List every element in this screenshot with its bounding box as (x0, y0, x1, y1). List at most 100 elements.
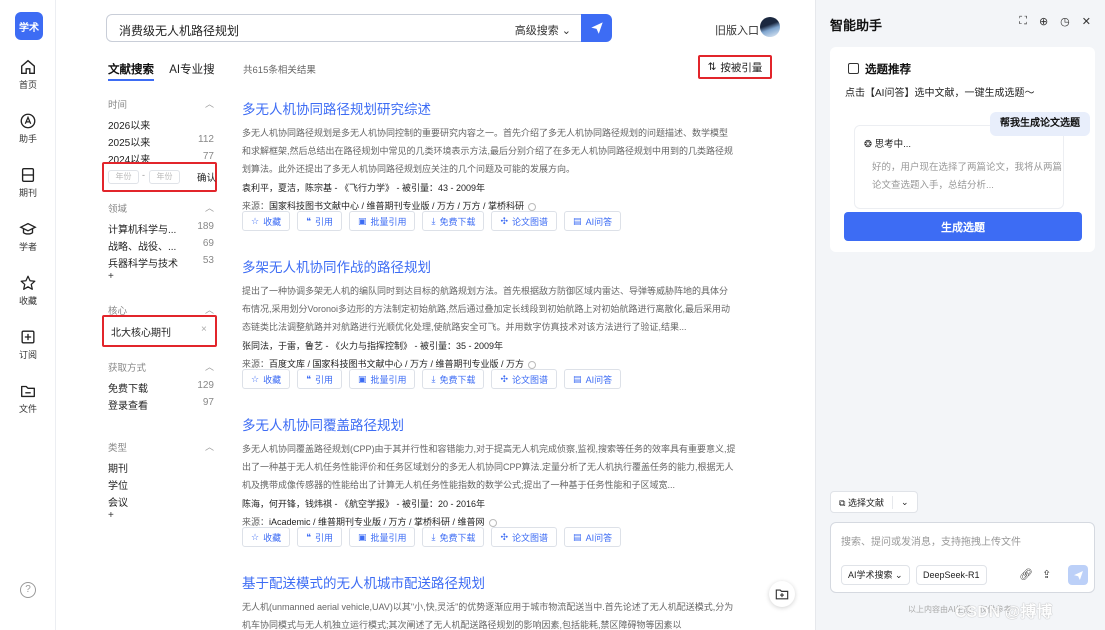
filter-field-item[interactable]: 计算机科学与... 189 (108, 221, 214, 236)
search-mode-select[interactable]: AI学术搜索 ⌄ (841, 565, 910, 585)
ai-qa-button[interactable]: ▤ AI问答 (564, 369, 622, 389)
quote-icon: ❝ (306, 215, 311, 226)
rail-home[interactable]: 首页 (0, 58, 56, 91)
history-icon[interactable]: ◷ (1060, 15, 1070, 28)
cite-button[interactable]: ❝ 引用 (297, 369, 342, 389)
paper-graph-button[interactable]: ✣ 论文图谱 (491, 369, 558, 389)
rail-journal[interactable]: 期刊 (0, 166, 56, 199)
action-label: 收藏 (263, 216, 282, 227)
search-input[interactable]: 消费级无人机路径规划 高级搜索 ⌄ (106, 14, 582, 42)
result-meta: 袁利平，夏洁，陈宗基 - 《飞行力学》 - 被引量：43 - 2009年 (242, 183, 486, 193)
expand-icon[interactable]: ⛶ (1019, 15, 1027, 28)
chat-input[interactable]: 搜索、提问或发消息，支持拖拽上传文件 AI学术搜索 ⌄ DeepSeek-R1 … (830, 522, 1095, 593)
tab-literature[interactable]: 文献搜索 (108, 64, 154, 81)
action-label: AI问答 (585, 374, 613, 385)
advanced-search-dropdown[interactable]: 高级搜索 ⌄ (515, 22, 571, 38)
action-label: 收藏 (263, 374, 282, 385)
action-label: 论文图谱 (512, 216, 549, 227)
filter-field-more-button[interactable]: + (108, 271, 114, 282)
paper-graph-button[interactable]: ✣ 论文图谱 (491, 211, 558, 231)
model-select[interactable]: DeepSeek-R1 (916, 565, 987, 585)
filter-item-count: 53 (202, 255, 214, 266)
filter-time-item[interactable]: 2026以来 (108, 117, 214, 132)
tab-ai-search[interactable]: AI专业搜 (169, 64, 214, 76)
filter-field-item[interactable]: 兵器科学与技术 53 (108, 255, 214, 270)
link-icon[interactable]: 🔗︎ (1019, 568, 1033, 581)
info-icon[interactable] (528, 202, 537, 211)
result-title[interactable]: 多无人机协同覆盖路径规划 (242, 414, 736, 434)
cite-button[interactable]: ❝ 引用 (297, 211, 342, 231)
filter-type-item[interactable]: 学位 (108, 477, 214, 492)
year-confirm-button[interactable]: 确认 (197, 170, 216, 184)
filter-item-count: 112 (198, 134, 214, 145)
cite-button[interactable]: ❝ 引用 (297, 527, 342, 547)
rail-scholar[interactable]: 学者 (0, 220, 56, 253)
filter-time-header[interactable]: 时间 ︿ (108, 97, 214, 111)
year-from-input[interactable]: 年份 (108, 170, 139, 184)
rail-subscribe[interactable]: 订阅 (0, 328, 56, 361)
free-download-button[interactable]: ⤓ 免费下载 (422, 527, 485, 547)
free-download-button[interactable]: ⤓ 免费下载 (422, 211, 485, 231)
card-title-text: 选题推荐 (865, 64, 911, 76)
ai-qa-button[interactable]: ▤ AI问答 (564, 527, 622, 547)
filter-type-item[interactable]: 期刊 (108, 460, 214, 475)
action-label: AI问答 (585, 532, 613, 543)
rail-assistant[interactable]: 助手 (0, 112, 56, 145)
close-icon[interactable]: × (201, 324, 207, 335)
send-button[interactable] (1068, 565, 1088, 585)
sort-label: 按被引量 (720, 61, 763, 74)
floating-folder-button[interactable] (769, 581, 795, 607)
star-icon: ☆ (251, 531, 260, 542)
result-item: 多架无人机协同作战的路径规划 提出了一种协调多架无人机的编队同时到达目标的航路规… (242, 256, 736, 373)
help-icon[interactable]: ? (20, 582, 36, 598)
chevron-down-icon[interactable]: ⌄ (893, 497, 917, 508)
choose-literature-button[interactable]: ⧉ 选择文献 ⌄ (830, 491, 918, 513)
upload-icon[interactable]: ⇪ (1042, 568, 1051, 581)
source-list[interactable]: 国家科技图书文献中心 / 维普期刊专业版 / 万方 / 万方 / 掌桥科研 (269, 201, 524, 211)
sort-by-citations-button[interactable]: ⇅ 按被引量 (698, 55, 772, 79)
filter-type-more-button[interactable]: + (108, 510, 114, 521)
search-button[interactable] (581, 14, 612, 42)
result-title[interactable]: 多无人机协同路径规划研究综述 (242, 98, 736, 118)
generate-topic-button[interactable]: 生成选题 (844, 212, 1082, 241)
filter-field-item[interactable]: 战略、战役、... 69 (108, 238, 214, 253)
paper-graph-button[interactable]: ✣ 论文图谱 (491, 527, 558, 547)
graph-icon: ✣ (500, 531, 509, 542)
result-title[interactable]: 基于配送模式的无人机城市配送路径规划 (242, 572, 736, 592)
filter-core-selected[interactable]: 北大核心期刊 (111, 324, 171, 339)
free-download-button[interactable]: ⤓ 免费下载 (422, 369, 485, 389)
filter-access-item[interactable]: 免费下载 129 (108, 380, 214, 395)
batch-cite-button[interactable]: ▣ 批量引用 (348, 369, 416, 389)
result-item: 基于配送模式的无人机城市配送路径规划 无人机(unmanned aerial v… (242, 572, 736, 630)
card-subtitle: 点击【AI问答】选中文献，一键生成选题～ (845, 88, 1035, 99)
rail-files[interactable]: 文件 (0, 382, 56, 415)
app-logo[interactable]: 学术 (15, 12, 43, 40)
favorite-button[interactable]: ☆ 收藏 (242, 211, 291, 231)
favorite-button[interactable]: ☆ 收藏 (242, 369, 291, 389)
batch-cite-button[interactable]: ▣ 批量引用 (348, 527, 416, 547)
rail-favorites[interactable]: 收藏 (0, 274, 56, 307)
filter-access-item[interactable]: 登录查看 97 (108, 397, 214, 412)
filter-access-header[interactable]: 获取方式 ︿ (108, 360, 214, 374)
favorite-button[interactable]: ☆ 收藏 (242, 527, 291, 547)
avatar[interactable] (760, 17, 780, 37)
close-icon[interactable]: ✕ (1082, 15, 1091, 28)
ai-qa-button[interactable]: ▤ AI问答 (564, 211, 622, 231)
source-list[interactable]: iAcademic / 维普期刊专业版 / 万方 / 掌桥科研 / 维普网 (269, 517, 485, 527)
filter-type-item[interactable]: 会议 (108, 494, 214, 509)
year-to-input[interactable]: 年份 (149, 170, 180, 184)
filter-item-label: 学位 (108, 481, 128, 492)
result-title[interactable]: 多架无人机协同作战的路径规划 (242, 256, 736, 276)
filter-time-item[interactable]: 2025以来 112 (108, 134, 214, 149)
filter-type-header[interactable]: 类型 ︿ (108, 440, 214, 454)
info-icon[interactable] (528, 360, 537, 369)
filter-field-header[interactable]: 领域 ︿ (108, 201, 214, 215)
old-version-link[interactable]: 旧版入口 (715, 22, 759, 38)
new-chat-icon[interactable]: ⊕ (1039, 15, 1048, 28)
info-icon[interactable] (488, 518, 497, 527)
filter-item-label: 计算机科学与... (108, 225, 177, 236)
result-abstract: 提出了一种协调多架无人机的编队同时到达目标的航路规划方法。首先根据敌方防御区域内… (242, 286, 731, 332)
choose-literature-label: ⧉ 选择文献 (831, 495, 893, 509)
source-list[interactable]: 百度文库 / 国家科技图书文献中心 / 万方 / 维普期刊专业版 / 万方 (269, 359, 524, 369)
batch-cite-button[interactable]: ▣ 批量引用 (348, 211, 416, 231)
